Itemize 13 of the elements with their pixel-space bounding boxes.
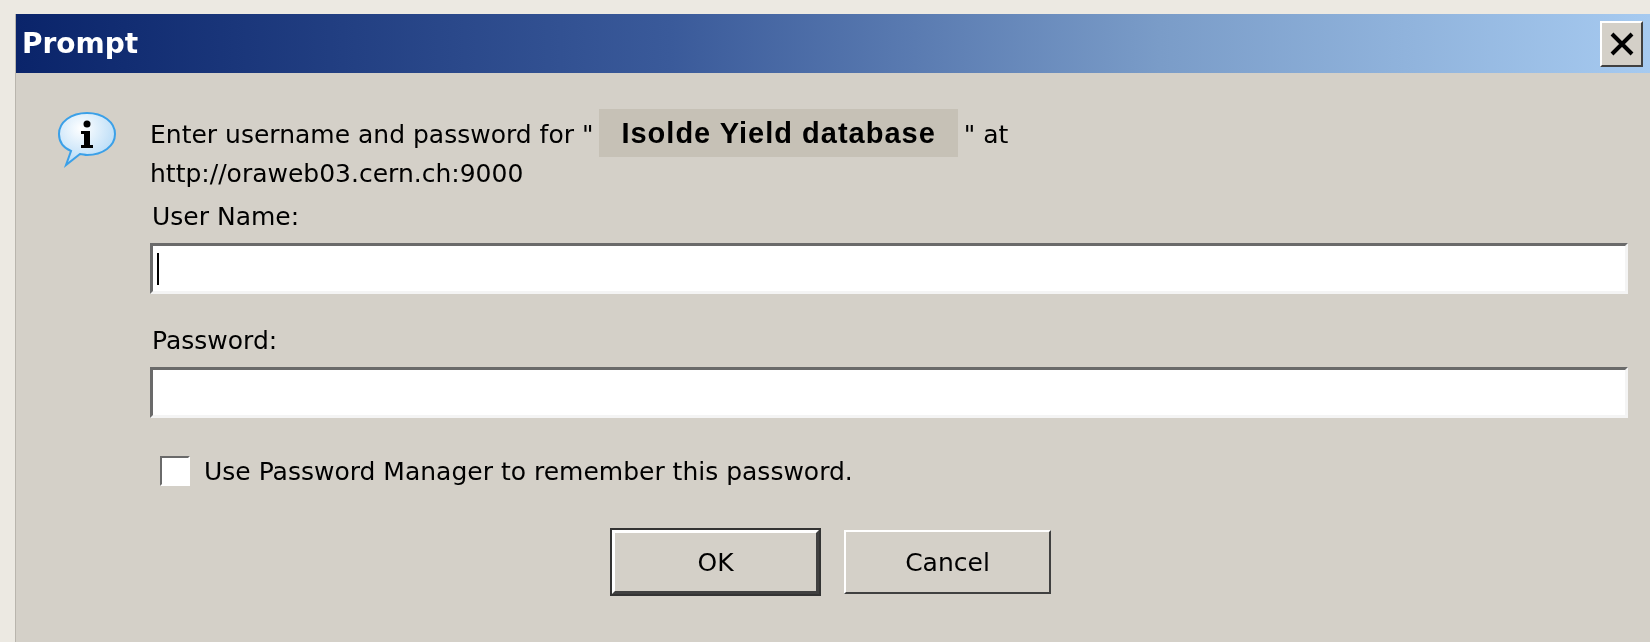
field-label: User Name: <box>152 202 301 231</box>
site-url: http://oraweb03.cern.ch:9000 <box>150 159 525 188</box>
input-field[interactable] <box>150 243 1628 294</box>
checkbox-label: Use Password Manager to remember this password. <box>204 456 853 486</box>
close-icon <box>1608 31 1635 56</box>
prompt-message: Enter username and password for " Isolde Yield database " at <box>150 109 1628 159</box>
input-field[interactable] <box>150 367 1628 418</box>
checkbox[interactable] <box>160 456 190 486</box>
field-label: Password: <box>152 326 279 355</box>
close-button[interactable] <box>1600 20 1643 67</box>
window-title: Prompt <box>22 27 139 60</box>
cancel-button[interactable]: Cancel <box>844 530 1051 594</box>
ok-button[interactable]: OK <box>612 530 819 594</box>
